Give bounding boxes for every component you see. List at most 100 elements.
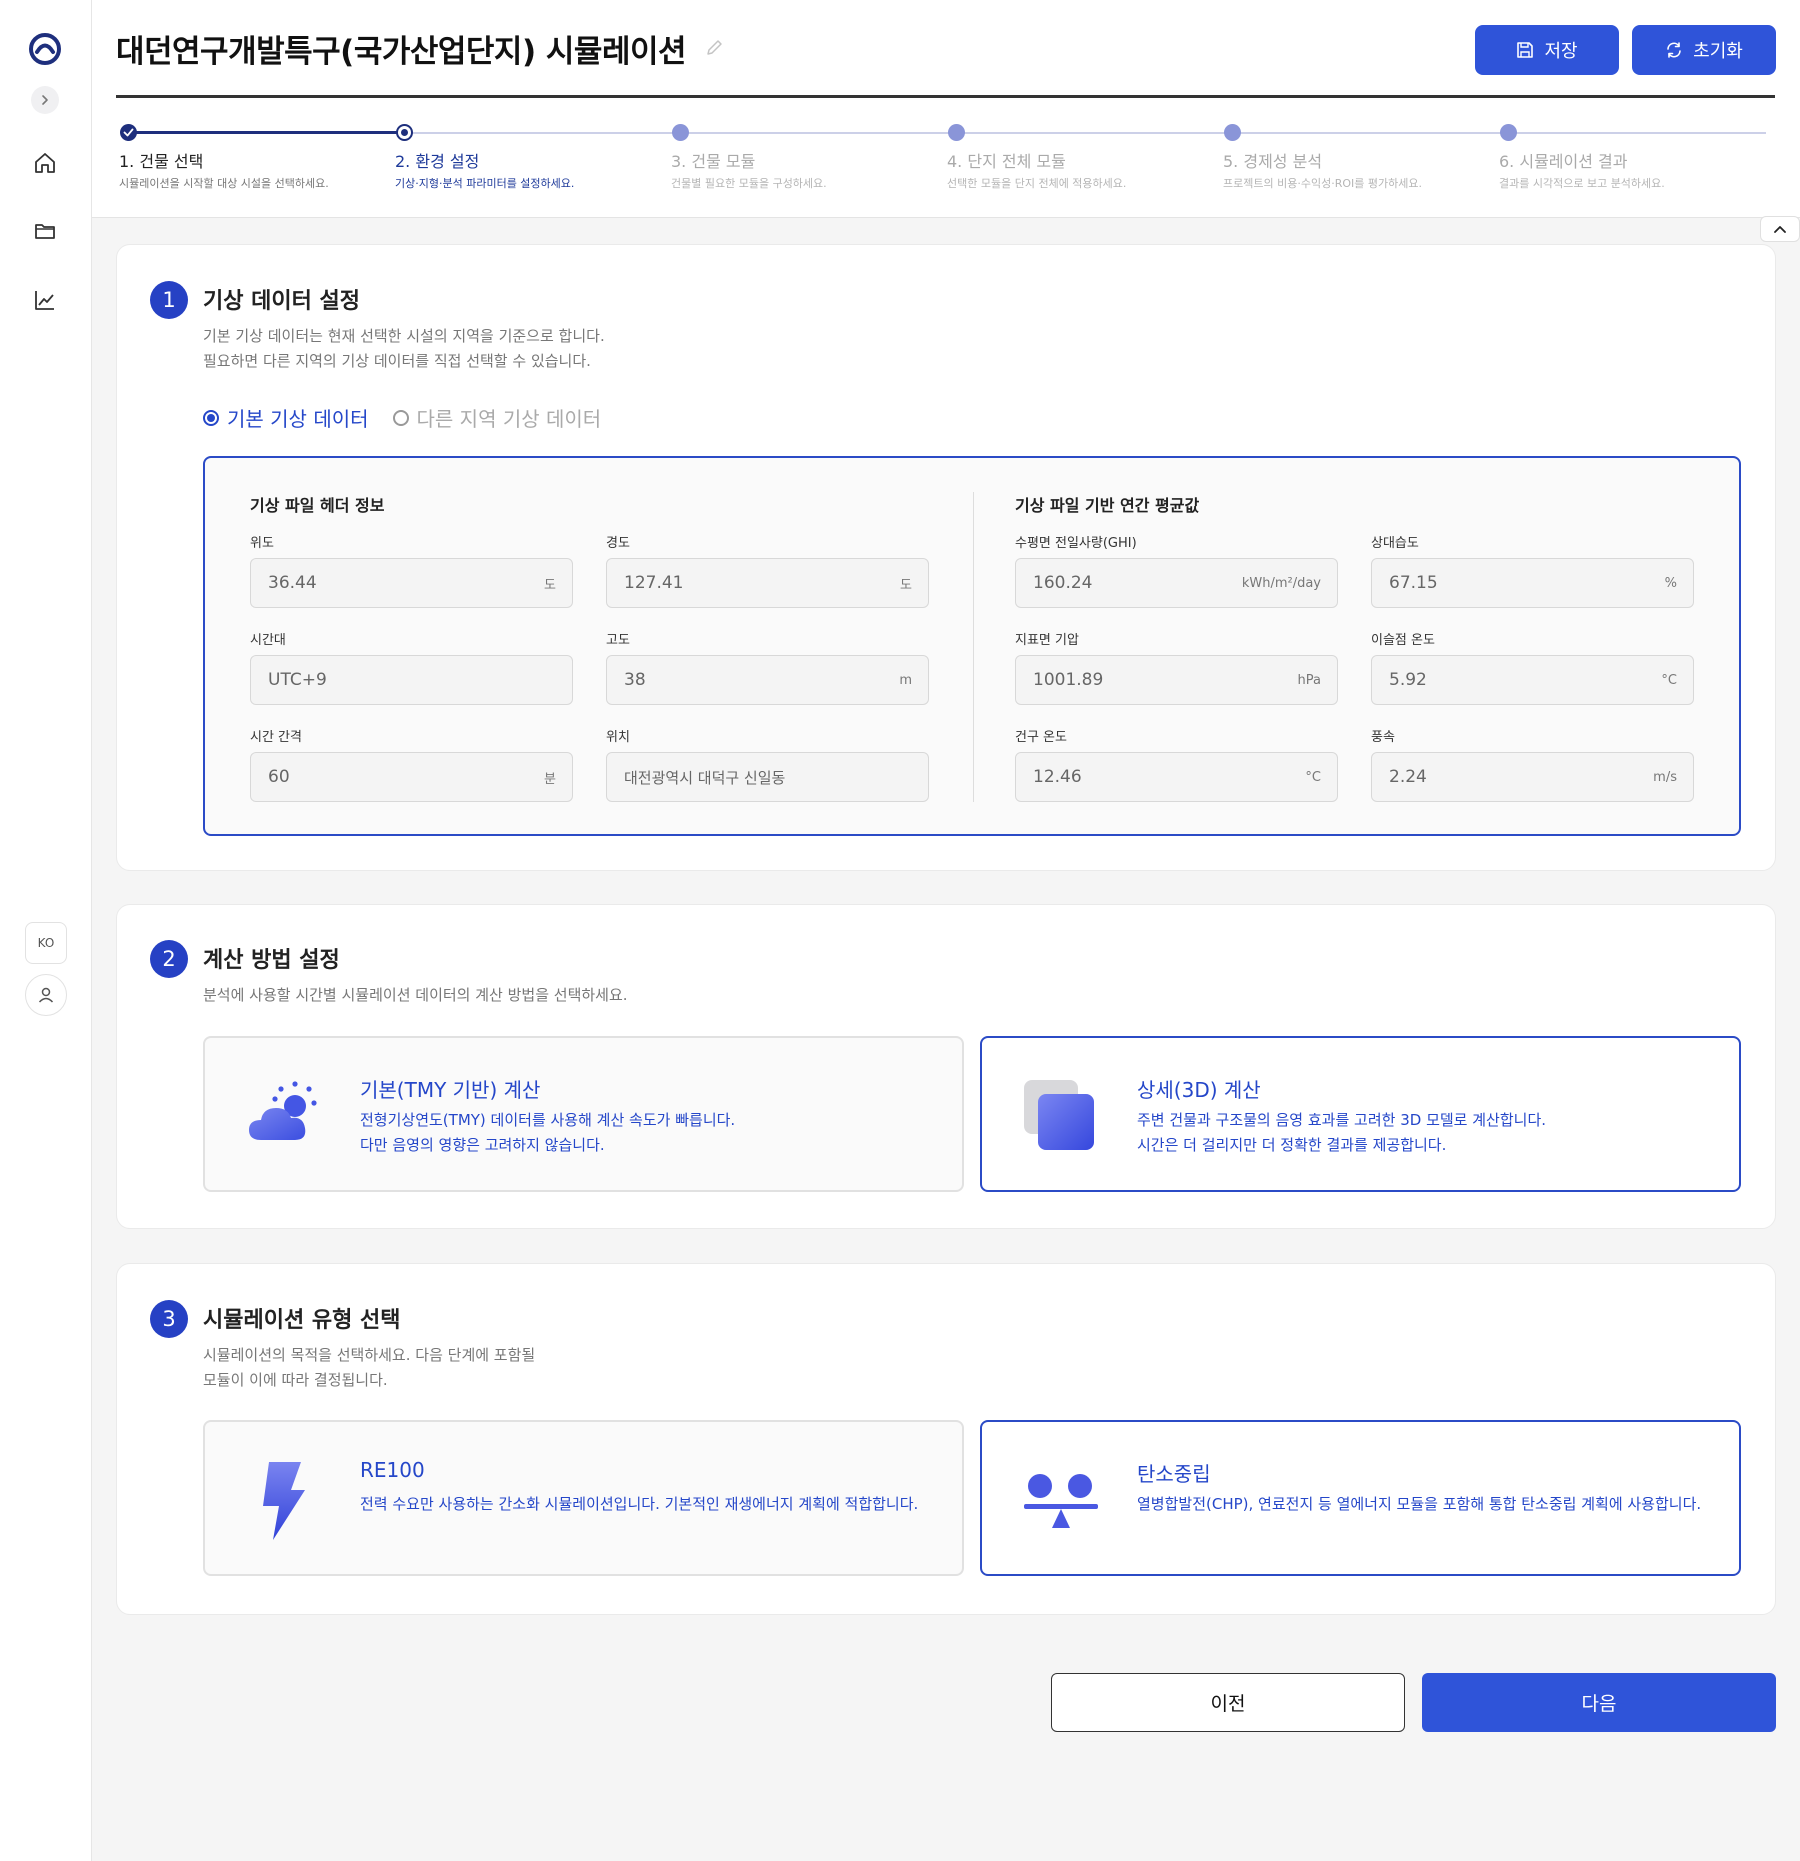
latitude-field: 위도 36.44 도 (250, 532, 573, 608)
field-label: 풍속 (1371, 730, 1395, 745)
field-unit: °C (1305, 769, 1321, 785)
user-profile-button[interactable] (25, 974, 67, 1016)
option-title: 탄소중립 (1137, 1462, 1211, 1486)
option-title: 상세(3D) 계산 (1137, 1078, 1261, 1102)
field-label: 경도 (606, 536, 630, 551)
balance-scale-icon (1020, 1458, 1102, 1540)
annual-average-heading: 기상 파일 기반 연간 평균값 (1015, 496, 1200, 515)
next-button[interactable]: 다음 (1422, 1673, 1776, 1732)
ghi-field: 수평면 전일사량(GHI) 160.24 kWh/m²/day (1015, 532, 1338, 608)
chevron-right-icon (42, 95, 48, 105)
field-label: 건구 온도 (1015, 730, 1067, 745)
sidebar: KO (0, 0, 92, 1861)
chevron-up-icon (1774, 226, 1786, 233)
section-title: 계산 방법 설정 (203, 948, 340, 973)
description-line: 시간은 더 걸리지만 더 정확한 결과를 제공합니다. (1137, 1136, 1447, 1154)
field-input[interactable]: 1001.89 hPa (1015, 655, 1338, 705)
step-label: 4. 단지 전체 모듈 (947, 152, 1066, 171)
step-label: 2. 환경 설정 (395, 152, 480, 171)
description-line: 다만 음영의 영향은 고려하지 않습니다. (360, 1136, 605, 1154)
field-unit: hPa (1297, 672, 1321, 688)
field-unit: m/s (1653, 769, 1677, 785)
calculation-method-card: 2 계산 방법 설정 분석에 사용할 시간별 시뮬레이션 데이터의 계산 방법을… (116, 904, 1776, 1229)
step-label: 1. 건물 선택 (119, 152, 204, 171)
radio-default-weather[interactable]: 기본 기상 데이터 (203, 403, 369, 432)
step-description: 선택한 모듈을 단지 전체에 적용하세요. (947, 177, 1127, 190)
field-unit: kWh/m²/day (1241, 575, 1321, 591)
home-icon (35, 153, 55, 173)
save-icon (1517, 42, 1534, 58)
save-button[interactable]: 저장 (1475, 25, 1619, 75)
radio-label: 다른 지역 기상 데이터 (416, 407, 602, 431)
field-input[interactable]: 36.44 도 (250, 558, 573, 608)
option-title: RE100 (360, 1458, 425, 1482)
time-interval-field: 시간 간격 60 분 (250, 726, 573, 802)
field-input[interactable]: 5.92 °C (1371, 655, 1694, 705)
field-input[interactable]: 60 분 (250, 752, 573, 802)
field-label: 이슬점 온도 (1371, 633, 1435, 648)
location-field: 위치 대전광역시 대덕구 신일동 (606, 726, 929, 802)
option-detailed-3d[interactable]: 상세(3D) 계산 주변 건물과 구조물의 음영 효과를 고려한 3D 모델로 … (980, 1036, 1741, 1192)
option-carbon-neutral[interactable]: 탄소중립 열병합발전(CHP), 연료전지 등 열에너지 모듈을 포함해 통합 … (980, 1420, 1741, 1576)
stepper-progress (126, 131, 402, 134)
field-label: 시간 간격 (250, 730, 302, 745)
description-line: 기본 기상 데이터는 현재 선택한 시설의 지역을 기준으로 합니다. (203, 327, 605, 345)
field-unit: °C (1661, 672, 1677, 688)
weather-settings-card: 1 기상 데이터 설정 기본 기상 데이터는 현재 선택한 시설의 지역을 기준… (116, 244, 1776, 871)
field-value: UTC+9 (268, 670, 327, 690)
step-current-icon (396, 124, 413, 141)
description-line: 전형기상연도(TMY) 데이터를 사용해 계산 속도가 빠릅니다. (360, 1111, 736, 1129)
field-unit: m (899, 672, 912, 688)
nav-folder-button[interactable] (28, 214, 62, 248)
description-line: 시뮬레이션의 목적을 선택하세요. 다음 단계에 포함될 (203, 1346, 536, 1364)
logo-icon[interactable] (28, 32, 62, 66)
step-description: 결과를 시각적으로 보고 분석하세요. (1499, 177, 1665, 190)
field-input[interactable]: 12.46 °C (1015, 752, 1338, 802)
field-value: 12.46 (1033, 767, 1082, 787)
radio-other-region-weather[interactable]: 다른 지역 기상 데이터 (392, 403, 602, 432)
radio-checked-icon (203, 409, 219, 426)
field-input[interactable]: 38 m (606, 655, 929, 705)
field-input[interactable]: 2.24 m/s (1371, 752, 1694, 802)
section-number-badge: 3 (150, 1300, 188, 1338)
step-label: 5. 경제성 분석 (1223, 152, 1323, 171)
description-line: 모듈이 이에 따라 결정됩니다. (203, 1371, 388, 1389)
description-line: 주변 건물과 구조물의 음영 효과를 고려한 3D 모델로 계산합니다. (1137, 1111, 1547, 1129)
field-input[interactable]: UTC+9 (250, 655, 573, 705)
3d-cube-icon (1020, 1074, 1102, 1156)
wind-speed-field: 풍속 2.24 m/s (1371, 726, 1694, 802)
surface-pressure-field: 지표면 기압 1001.89 hPa (1015, 629, 1338, 705)
field-label: 상대습도 (1371, 536, 1419, 551)
step-pending-icon (672, 124, 689, 141)
field-label: 위도 (250, 536, 274, 551)
language-selector[interactable]: KO (25, 922, 67, 964)
nav-home-button[interactable] (28, 146, 62, 180)
timezone-field: 시간대 UTC+9 (250, 629, 573, 705)
reset-button[interactable]: 초기화 (1632, 25, 1776, 75)
option-description: 열병합발전(CHP), 연료전지 등 열에너지 모듈을 포함해 통합 탄소중립 … (1137, 1495, 1702, 1513)
header-info-heading: 기상 파일 헤더 정보 (250, 496, 385, 515)
field-value: 60 (268, 767, 290, 787)
radio-unchecked-icon (392, 409, 409, 426)
description-line: 필요하면 다른 지역의 기상 데이터를 직접 선택할 수 있습니다. (203, 352, 591, 370)
field-unit: % (1664, 575, 1677, 591)
option-description: 전력 수요만 사용하는 간소화 시뮬레이션입니다. 기본적인 재생에너지 계획에… (360, 1495, 919, 1513)
step-complete-icon (120, 124, 137, 141)
lightning-bolt-icon (243, 1458, 325, 1540)
section-title: 기상 데이터 설정 (203, 289, 360, 314)
field-input[interactable]: 대전광역시 대덕구 신일동 (606, 752, 929, 802)
previous-button[interactable]: 이전 (1051, 1673, 1405, 1732)
field-label: 수평면 전일사량(GHI) (1015, 536, 1137, 551)
folder-icon (35, 224, 55, 239)
option-re100[interactable]: RE100 전력 수요만 사용하는 간소화 시뮬레이션입니다. 기본적인 재생에… (203, 1420, 964, 1576)
simulation-type-card: 3 시뮬레이션 유형 선택 시뮬레이션의 목적을 선택하세요. 다음 단계에 포… (116, 1263, 1776, 1615)
sidebar-expand-button[interactable] (31, 86, 59, 114)
edit-title-icon[interactable] (704, 36, 726, 58)
step-pending-icon (1224, 124, 1241, 141)
collapse-header-button[interactable] (1760, 216, 1800, 242)
nav-analytics-button[interactable] (28, 283, 62, 317)
field-input[interactable]: 67.15% (1371, 558, 1694, 608)
field-input[interactable]: 160.24 kWh/m²/day (1015, 558, 1338, 608)
field-input[interactable]: 127.41 도 (606, 558, 929, 608)
option-basic-tmy[interactable]: 기본(TMY 기반) 계산 전형기상연도(TMY) 데이터를 사용해 계산 속도… (203, 1036, 964, 1192)
